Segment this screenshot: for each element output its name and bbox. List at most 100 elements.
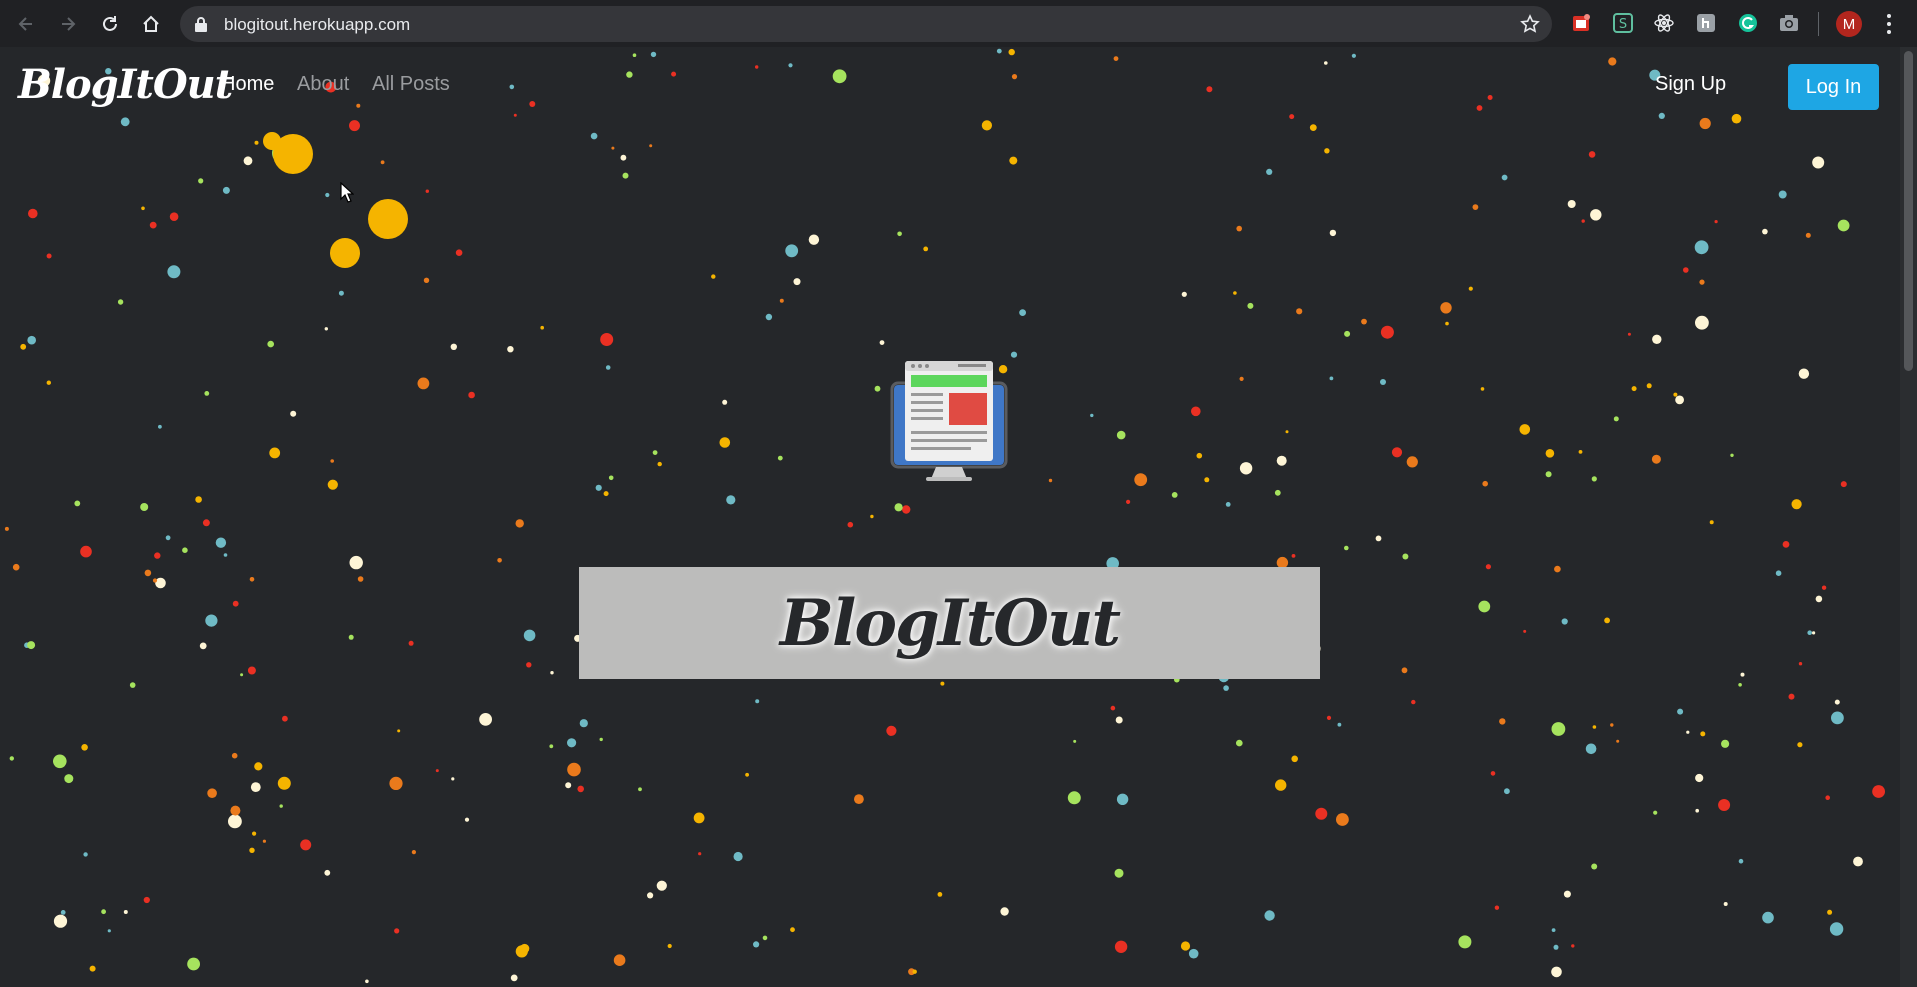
particle-dot bbox=[254, 762, 263, 771]
grammarly-icon[interactable] bbox=[1737, 12, 1759, 34]
particle-dot bbox=[1825, 795, 1830, 800]
particle-dot bbox=[567, 762, 581, 777]
particle-dot bbox=[4, 526, 9, 531]
particle-dot bbox=[232, 600, 239, 607]
scrollbar-thumb[interactable] bbox=[1904, 51, 1913, 371]
particle-dot bbox=[279, 804, 283, 808]
particle-dot bbox=[1191, 406, 1201, 417]
particle-dot bbox=[1798, 662, 1803, 666]
particle-dot bbox=[579, 719, 588, 728]
particle-dot bbox=[600, 333, 614, 346]
particle-dot bbox=[1196, 452, 1203, 459]
hero-banner: BlogItOut bbox=[579, 567, 1320, 679]
forward-button[interactable] bbox=[54, 10, 82, 38]
nav-link-home[interactable]: Home bbox=[221, 73, 274, 96]
particle-dot bbox=[1274, 489, 1281, 496]
particle-dot bbox=[380, 160, 385, 165]
particle-dot bbox=[1116, 430, 1126, 440]
back-button[interactable] bbox=[12, 10, 40, 38]
particle-dot bbox=[249, 847, 255, 853]
particle-dot bbox=[435, 769, 439, 773]
login-button[interactable]: Log In bbox=[1788, 64, 1879, 110]
particle-dot bbox=[1126, 499, 1131, 504]
particle-dot bbox=[854, 794, 864, 804]
particle-dot bbox=[726, 495, 736, 505]
particle-dot bbox=[1646, 383, 1652, 389]
particle-dot bbox=[497, 558, 502, 563]
particle-dot bbox=[1324, 148, 1330, 154]
particle-dot bbox=[1791, 499, 1802, 510]
particle-dot bbox=[81, 744, 88, 751]
particle-dot bbox=[510, 974, 518, 982]
particle-dot bbox=[1204, 477, 1210, 483]
particle-dot bbox=[1840, 481, 1847, 488]
particle-dot bbox=[46, 380, 51, 385]
particle-dot bbox=[874, 385, 881, 392]
particle-dot bbox=[205, 614, 218, 627]
particle-dot bbox=[611, 146, 615, 150]
reload-button[interactable] bbox=[96, 10, 124, 38]
particle-dot bbox=[27, 335, 36, 345]
home-button[interactable] bbox=[137, 10, 165, 38]
particle-dot bbox=[1485, 564, 1491, 570]
particle-dot bbox=[1762, 228, 1768, 235]
particle-dot bbox=[507, 346, 514, 353]
particle-dot bbox=[249, 577, 255, 582]
address-bar[interactable]: blogitout.herokuapp.com bbox=[180, 6, 1552, 42]
page-scrollbar[interactable] bbox=[1900, 47, 1917, 987]
particle-dot bbox=[1499, 718, 1506, 725]
nav-link-all-posts[interactable]: All Posts bbox=[372, 73, 450, 96]
particle-dot bbox=[1115, 716, 1123, 724]
particle-dot bbox=[327, 479, 338, 490]
particle-background bbox=[4, 48, 1885, 984]
banner-title: BlogItOut bbox=[779, 585, 1121, 661]
particle-dot bbox=[923, 246, 929, 252]
todo-extension-icon[interactable] bbox=[1570, 12, 1592, 34]
particle-dot bbox=[423, 277, 430, 283]
forward-arrow-icon bbox=[62, 17, 76, 31]
particle-dot bbox=[1073, 739, 1077, 743]
particle-dot bbox=[1501, 174, 1508, 181]
particle-dot bbox=[1181, 291, 1187, 297]
blog-monitor-icon bbox=[890, 361, 1008, 481]
particle-dot bbox=[577, 785, 584, 793]
s-extension-icon[interactable]: S bbox=[1612, 12, 1634, 34]
particle-dot bbox=[1336, 813, 1349, 826]
particle-dot bbox=[693, 812, 705, 824]
particle-dot bbox=[595, 484, 602, 491]
bookmark-star-icon[interactable] bbox=[1520, 14, 1540, 34]
particle-dot bbox=[1709, 520, 1714, 525]
particle-dot bbox=[143, 896, 150, 904]
particle-dot bbox=[290, 410, 297, 417]
particle-dot bbox=[202, 519, 210, 527]
signup-link[interactable]: Sign Up bbox=[1655, 73, 1726, 96]
particle-dot bbox=[389, 776, 403, 791]
particle-dot bbox=[523, 629, 536, 642]
particle-dot bbox=[1829, 922, 1844, 936]
particle-dot bbox=[365, 979, 369, 984]
particle-dot bbox=[1853, 856, 1863, 867]
particle-dot bbox=[1171, 492, 1178, 498]
particle-dot bbox=[1285, 430, 1289, 434]
particle-dot bbox=[1276, 455, 1287, 466]
profile-avatar[interactable]: M bbox=[1836, 11, 1862, 37]
brand-logo[interactable]: BlogItOut bbox=[18, 61, 233, 108]
camera-extension-icon[interactable] bbox=[1778, 12, 1800, 34]
particle-dot bbox=[479, 713, 492, 726]
particle-dot bbox=[28, 208, 38, 219]
nav-link-about[interactable]: About bbox=[297, 73, 349, 96]
particle-dot bbox=[338, 290, 344, 296]
particle-dot bbox=[1223, 685, 1229, 691]
particle-dot bbox=[652, 450, 658, 455]
browser-menu-icon[interactable] bbox=[1882, 12, 1896, 36]
particle-dot bbox=[515, 519, 524, 528]
react-devtools-icon[interactable] bbox=[1653, 12, 1675, 34]
particle-dot bbox=[1610, 723, 1614, 727]
reader-extension-icon[interactable] bbox=[1695, 12, 1717, 34]
particle-dot bbox=[1695, 315, 1709, 330]
particle-dot bbox=[1090, 413, 1094, 418]
particle-dot bbox=[411, 850, 416, 855]
particle-dot bbox=[1225, 502, 1231, 507]
particle-dot bbox=[1775, 570, 1782, 576]
particle-dot bbox=[243, 156, 253, 166]
